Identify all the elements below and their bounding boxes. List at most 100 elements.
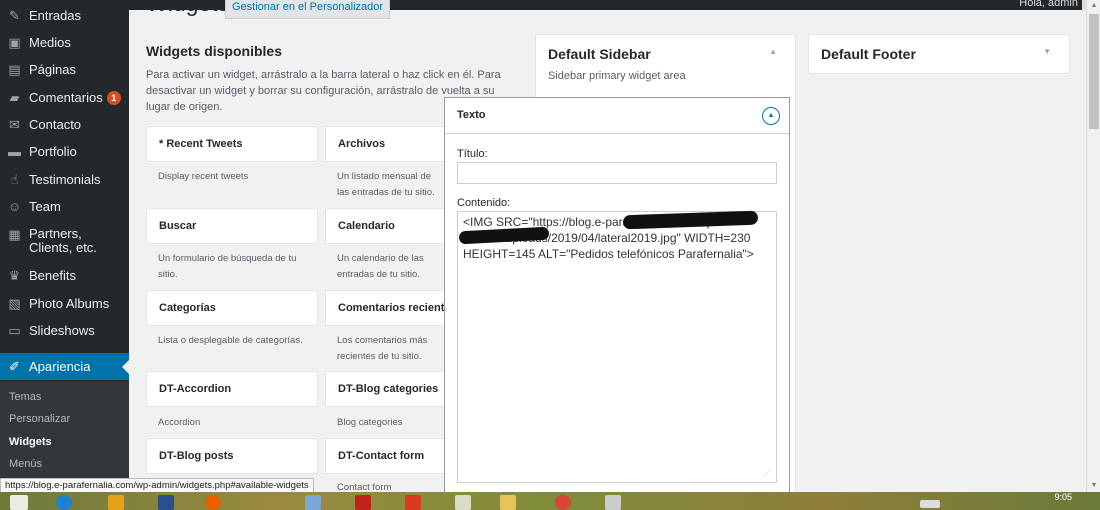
sidebar-item-apariencia[interactable]: ✐ Apariencia <box>0 353 129 380</box>
widget-dt-accordion[interactable]: DT-Accordion <box>146 371 318 407</box>
widget-recent-tweets[interactable]: * Recent Tweets <box>146 126 318 162</box>
keyboard-icon[interactable] <box>920 500 940 508</box>
widget-description: Contact form <box>337 482 392 492</box>
collapse-toggle-icon[interactable]: ▲ <box>762 107 780 125</box>
paintbrush-icon: ✐ <box>9 358 20 374</box>
sidebar-item-partners[interactable]: ▦ Partners, Clients, etc. <box>0 222 129 258</box>
sidebar-item-benefits[interactable]: ♛ Benefits <box>0 262 129 289</box>
chrome-icon[interactable] <box>555 495 571 510</box>
title-field-label: Título: <box>457 148 488 160</box>
widget-calendario[interactable]: Calendario <box>325 208 455 244</box>
submenu-item-widgets[interactable]: Widgets <box>9 436 52 448</box>
widget-description: Accordion <box>158 417 201 428</box>
widget-buscar[interactable]: Buscar <box>146 208 318 244</box>
sidebar-item-label: Team <box>29 199 61 214</box>
content-textarea[interactable]: <IMG SRC="https://blog.e-parafernalia.co… <box>457 211 777 483</box>
scrollbar-thumb[interactable] <box>1089 14 1099 129</box>
widget-dt-blog-categories[interactable]: DT-Blog categories <box>325 371 455 407</box>
sidebar-item-label: Contacto <box>29 117 82 132</box>
trophy-icon: ♛ <box>8 267 21 283</box>
scroll-down-icon[interactable]: ▼ <box>1087 480 1100 492</box>
sidebar-item-label: Páginas <box>29 62 76 77</box>
taskbar-clock[interactable]: 9:05 <box>1054 492 1072 502</box>
mail-icon: ✉ <box>9 116 20 132</box>
scroll-up-icon[interactable]: ▲ <box>1087 0 1100 12</box>
app-icon[interactable] <box>305 495 321 510</box>
sidebar-item-medios[interactable]: ▣ Medios <box>0 29 129 56</box>
sidebar-item-label: Slideshows <box>29 323 95 338</box>
sidebar-item-contacto[interactable]: ✉ Contacto <box>0 111 129 138</box>
widget-description: Un listado mensual de las entradas de tu… <box>337 171 435 198</box>
filezilla-icon[interactable] <box>405 495 421 510</box>
windows-taskbar: 9:05 <box>0 492 1100 510</box>
widget-archivos[interactable]: Archivos <box>325 126 455 162</box>
sidebar-item-paginas[interactable]: ▤ Páginas <box>0 56 129 83</box>
sidebar-item-slideshows[interactable]: ▭ Slideshows <box>0 317 129 344</box>
sidebar-item-label: Benefits <box>29 268 76 283</box>
resize-grip-icon[interactable]: ⋰ <box>763 469 771 478</box>
submenu-item-menus[interactable]: Menús <box>9 458 42 470</box>
ie-icon[interactable] <box>56 495 72 510</box>
sidebar-item-portfolio[interactable]: ▬ Portfolio <box>0 138 129 165</box>
comments-icon: ▰ <box>9 89 20 105</box>
sidebar-item-label: Apariencia <box>29 359 91 374</box>
collapse-arrow-icon[interactable]: ▲ <box>769 47 777 56</box>
widget-description: Un calendario de las entradas de tu siti… <box>337 253 424 280</box>
texto-widget-header[interactable]: Texto ▲ <box>445 98 789 134</box>
default-sidebar-title: Default Sidebar <box>548 46 651 62</box>
start-icon[interactable] <box>10 495 28 510</box>
apariencia-submenu: Temas Personalizar Widgets Menús <box>0 381 129 492</box>
thumbs-up-icon: ☝ <box>10 171 19 187</box>
default-sidebar-description: Sidebar primary widget area <box>548 70 686 82</box>
submenu-item-personalizar[interactable]: Personalizar <box>9 413 70 425</box>
team-icon: ☺ <box>7 199 22 214</box>
firefox-icon[interactable] <box>205 495 221 510</box>
sidebar-item-label: Testimonials <box>29 172 101 187</box>
widget-dt-contact-form[interactable]: DT-Contact form <box>325 438 455 474</box>
sidebar-item-label: Photo Albums <box>29 296 110 311</box>
album-icon: ▧ <box>8 295 21 311</box>
page-scrollbar[interactable]: ▲ ▼ <box>1086 0 1100 492</box>
sidebar-item-label: Portfolio <box>29 144 77 159</box>
texto-widget-panel: Texto ▲ Título: Contenido: <IMG SRC="htt… <box>444 97 790 497</box>
title-field[interactable] <box>457 162 777 184</box>
briefcase-icon: ▬ <box>8 144 21 159</box>
widget-description: Blog categories <box>337 417 403 428</box>
howdy-link[interactable]: Hola, admin <box>1019 0 1078 9</box>
status-bar-url: https://blog.e-parafernalia.com/wp-admin… <box>0 478 314 493</box>
sidebar-item-comentarios[interactable]: ▰ Comentarios 1 <box>0 84 129 111</box>
app-icon[interactable] <box>455 495 471 510</box>
sidebar-item-entradas[interactable]: ✎ Entradas <box>0 2 129 29</box>
sidebar-item-label: Partners, Clients, etc. <box>29 226 97 255</box>
sidebar-item-team[interactable]: ☺ Team <box>0 193 129 220</box>
comments-count-badge: 1 <box>106 90 121 105</box>
app-icon[interactable] <box>158 495 174 510</box>
widget-description: Lista o desplegable de categorías. <box>158 335 303 346</box>
explorer-icon[interactable] <box>500 495 516 510</box>
manage-in-customizer-link[interactable]: Gestionar en el Personalizador <box>225 0 391 19</box>
sidebar-item-testimonials[interactable]: ☝ Testimonials <box>0 166 129 193</box>
acrobat-icon[interactable] <box>355 495 371 510</box>
admin-sidebar: ✎ Entradas ▣ Medios ▤ Páginas ▰ Comentarios 1… <box>0 0 129 492</box>
grid-icon: ▦ <box>8 227 21 242</box>
submenu-item-temas[interactable]: Temas <box>9 391 41 403</box>
folder-icon[interactable] <box>108 495 124 510</box>
sidebar-item-photo-albums[interactable]: ▧ Photo Albums <box>0 290 129 317</box>
widget-description: Los comentarios más recientes de tu siti… <box>337 335 428 362</box>
pin-icon: ✎ <box>9 7 20 23</box>
default-footer-title: Default Footer <box>821 46 916 62</box>
widget-dt-blog-posts[interactable]: DT-Blog posts <box>146 438 318 474</box>
widget-comentarios-recientes[interactable]: Comentarios recientes <box>325 290 455 326</box>
default-footer-area[interactable]: Default Footer ▼ <box>808 34 1070 74</box>
expand-arrow-icon[interactable]: ▼ <box>1043 47 1051 56</box>
pages-icon: ▤ <box>8 61 21 77</box>
widget-description: Display recent tweets <box>158 171 249 182</box>
sidebar-item-label: Entradas <box>29 8 82 23</box>
page-title: Widgets <box>146 0 230 16</box>
content-field-label: Contenido: <box>457 197 511 209</box>
sidebar-item-label: Comentarios <box>29 90 103 105</box>
app-icon[interactable] <box>605 495 621 510</box>
sidebar-item-label: Medios <box>29 35 71 50</box>
media-icon: ▣ <box>8 34 21 50</box>
widget-categorias[interactable]: Categorías <box>146 290 318 326</box>
